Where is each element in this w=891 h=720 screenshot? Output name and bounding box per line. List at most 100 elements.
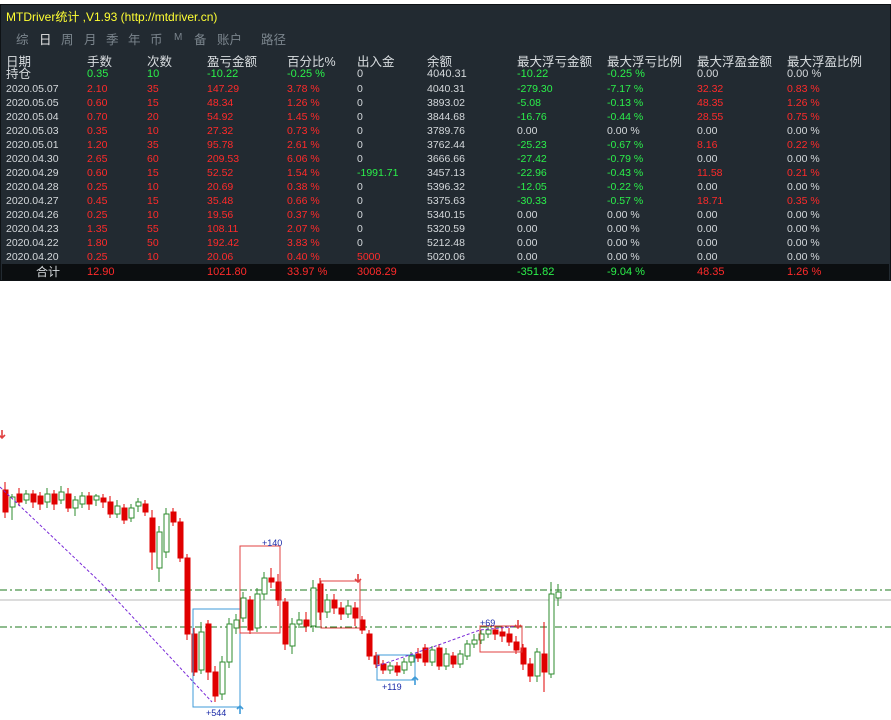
cell-pnl: 20.06	[207, 251, 234, 263]
cell-pct: 2.61 %	[287, 139, 320, 151]
table-row: 2020.05.07 2.10 35 147.29 3.78 % 0 4040.31 -279…	[1, 82, 890, 96]
bear-candle	[100, 497, 107, 503]
bull-candle	[226, 623, 233, 663]
tab-path[interactable]: 路径	[261, 29, 286, 48]
table-row: 2020.04.23 1.35 55 108.11 2.07 % 0 5320.59 0.00…	[1, 222, 890, 236]
total-row: 合计 12.90 1021.80 33.97 % 3008.29 -351.82 -9.04…	[2, 264, 889, 280]
cell-pct: 3.83 %	[287, 237, 320, 249]
total-lots: 12.90	[87, 266, 115, 278]
tab-day[interactable]: 日	[39, 29, 52, 48]
cell-lots: 0.25	[87, 209, 108, 221]
tab-symbol[interactable]: 币	[150, 29, 163, 48]
cell-max-dd-pct: 0.00 %	[607, 251, 640, 263]
cell-max-dd-pct: -0.13 %	[607, 97, 644, 109]
cell-max-profit-pct: 0.00 %	[787, 223, 820, 235]
cell-date: 2020.04.22	[6, 237, 59, 249]
cell-max-dd: 0.00	[517, 125, 538, 137]
cell-trades: 10	[147, 209, 159, 221]
cell-pnl: 27.32	[207, 125, 234, 137]
cell-trades: 20	[147, 111, 159, 123]
tab-quarter[interactable]: 季	[106, 29, 119, 48]
bear-candle	[415, 653, 422, 659]
bull-candle	[198, 631, 205, 671]
cell-lots: 0.70	[87, 111, 108, 123]
cell-cashflow: 0	[357, 153, 363, 165]
cell-max-dd: -279.30	[517, 83, 553, 95]
cell-cashflow: -1991.71	[357, 167, 399, 179]
cell-lots: 1.80	[87, 237, 108, 249]
cell-date: 2020.05.01	[6, 139, 59, 151]
cell-lots: 2.10	[87, 83, 108, 95]
bear-candle	[37, 495, 44, 505]
bear-candle	[177, 521, 184, 559]
bear-candle	[366, 633, 373, 657]
cell-date: 2020.04.26	[6, 209, 59, 221]
cell-balance: 3789.76	[427, 125, 465, 137]
cell-cashflow: 0	[357, 97, 363, 109]
tab-summary[interactable]: 综	[16, 29, 29, 48]
cell-trades: 10	[147, 181, 159, 193]
tab-magic[interactable]: M	[174, 32, 182, 43]
cell-max-dd-pct: -0.25 %	[607, 68, 645, 80]
bull-candle	[464, 643, 471, 657]
bear-candle	[359, 619, 366, 631]
bull-candle	[408, 655, 415, 663]
bull-candle	[58, 491, 65, 501]
bear-candle	[30, 493, 37, 503]
bear-candle	[212, 671, 219, 697]
cell-balance: 3762.44	[427, 139, 465, 151]
panel-title: MTDriver统计 ,V1.93 (http://mtdriver.cn)	[6, 10, 218, 24]
bull-candle	[93, 495, 100, 501]
bull-candle	[457, 653, 464, 665]
bull-candle	[219, 661, 226, 695]
tab-month[interactable]: 月	[84, 29, 97, 48]
bear-candle	[338, 607, 345, 615]
bear-candle	[422, 647, 429, 663]
cell-lots: 0.25	[87, 251, 108, 263]
cell-max-profit: 0.00	[697, 68, 719, 80]
bull-candle	[534, 651, 541, 677]
cell-max-profit-pct: 1.26 %	[787, 97, 820, 109]
table-row: 2020.05.01 1.20 35 95.78 2.61 % 0 3762.44 -25.2…	[1, 138, 890, 152]
bear-candle	[303, 619, 310, 627]
cell-pnl: 54.92	[207, 111, 234, 123]
tab-year[interactable]: 年	[128, 29, 141, 48]
cell-max-profit: 48.35	[697, 97, 724, 109]
cell-max-dd-pct: 0.00 %	[607, 223, 640, 235]
price-chart: +140 +69 +119 +544	[0, 430, 891, 718]
bull-candle	[289, 623, 296, 647]
cell-max-profit-pct: 0.83 %	[787, 83, 820, 95]
tab-account[interactable]: 账户	[217, 29, 242, 48]
cell-max-dd-pct: -0.67 %	[607, 139, 644, 151]
sell-arrow-icon	[514, 620, 522, 630]
cell-cashflow: 0	[357, 83, 363, 95]
cell-pnl: 108.11	[207, 223, 239, 235]
cell-balance: 5375.63	[427, 195, 465, 207]
cell-balance: 4040.31	[427, 83, 465, 95]
cell-trades: 35	[147, 139, 159, 151]
cell-date: 2020.05.03	[6, 125, 59, 137]
bear-candle	[380, 663, 387, 671]
bull-candle	[310, 587, 317, 627]
cell-balance: 4040.31	[427, 68, 467, 80]
cell-max-dd-pct: -0.79 %	[607, 153, 644, 165]
cell-trades: 10	[147, 125, 159, 137]
bull-candle	[23, 493, 30, 501]
cell-cashflow: 0	[357, 125, 363, 137]
cell-max-profit-pct: 0.00 %	[787, 153, 820, 165]
bear-candle	[450, 655, 457, 665]
bull-candle	[471, 639, 478, 645]
bull-candle	[233, 619, 240, 629]
bull-candle	[548, 593, 555, 675]
cell-max-dd-pct: -0.43 %	[607, 167, 644, 179]
bear-candle	[268, 577, 275, 583]
total-max-dd-pct: -9.04 %	[607, 266, 645, 278]
cell-max-dd: -5.08	[517, 97, 541, 109]
tab-notes[interactable]: 备	[194, 29, 207, 48]
bear-candle	[331, 599, 338, 609]
cell-max-dd: -27.42	[517, 153, 547, 165]
bear-candle	[436, 647, 443, 667]
bull-candle	[72, 499, 79, 509]
cell-max-dd-pct: -0.44 %	[607, 111, 644, 123]
tab-week[interactable]: 周	[61, 29, 74, 48]
